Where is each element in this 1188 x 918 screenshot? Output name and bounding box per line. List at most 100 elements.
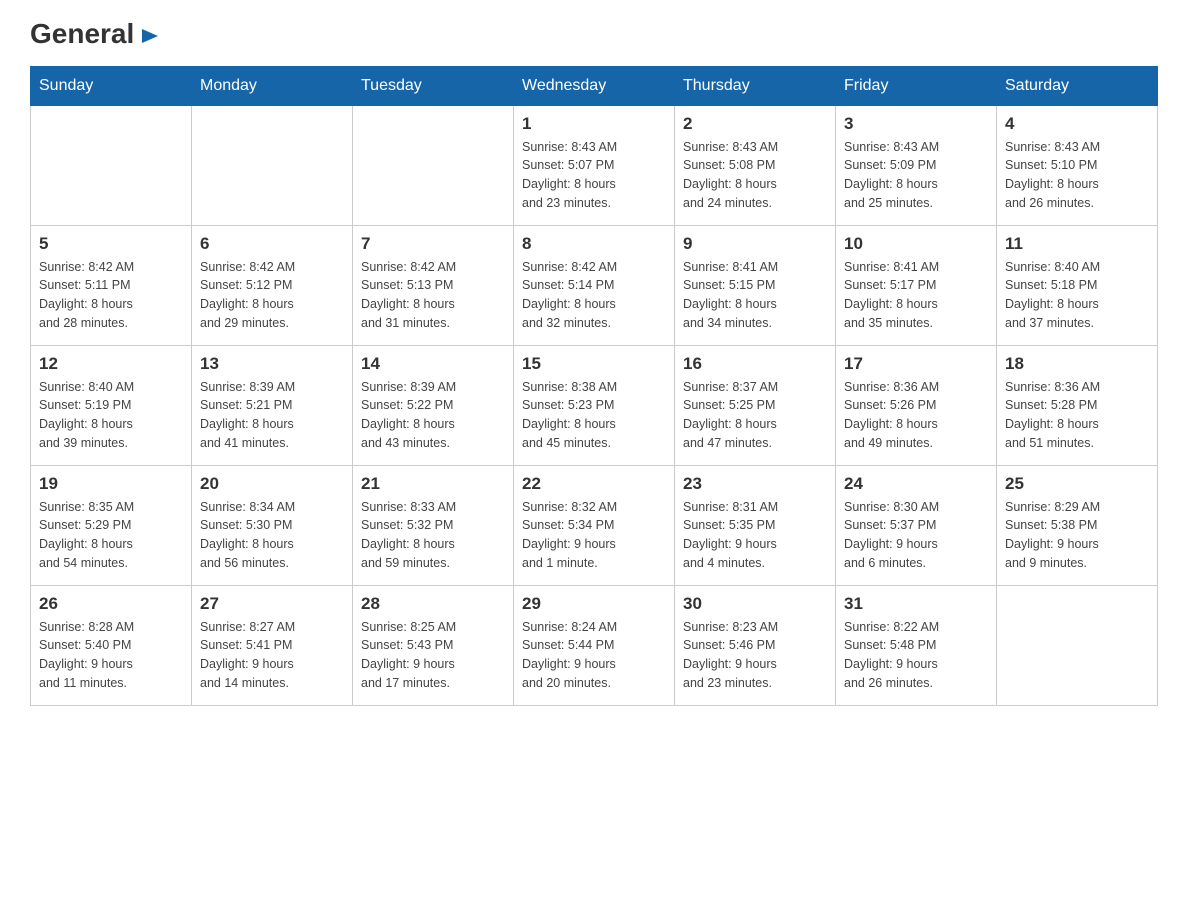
calendar-day-header: Thursday (675, 66, 836, 105)
calendar-cell (31, 105, 192, 225)
calendar-day-header: Monday (192, 66, 353, 105)
calendar-cell (192, 105, 353, 225)
day-number: 24 (844, 474, 988, 494)
day-number: 2 (683, 114, 827, 134)
calendar-cell: 1Sunrise: 8:43 AM Sunset: 5:07 PM Daylig… (514, 105, 675, 225)
day-number: 17 (844, 354, 988, 374)
calendar-cell: 8 Sunrise: 8:42 AM Sunset: 5:14 PM Daylig… (514, 225, 675, 345)
day-number: 8 (522, 234, 666, 254)
day-number: 12 (39, 354, 183, 374)
day-number: 6 (200, 234, 344, 254)
day-number: 30 (683, 594, 827, 614)
calendar-cell: 3 Sunrise: 8:43 AM Sunset: 5:09 PM Daylig… (836, 105, 997, 225)
day-number: 13 (200, 354, 344, 374)
calendar-day-header: Sunday (31, 66, 192, 105)
calendar-cell (353, 105, 514, 225)
day-number: 27 (200, 594, 344, 614)
calendar-week-row: 1Sunrise: 8:43 AM Sunset: 5:07 PM Daylig… (31, 105, 1158, 225)
day-number: 31 (844, 594, 988, 614)
day-info: Sunrise: 8:38 AM Sunset: 5:23 PM Dayligh… (522, 378, 666, 453)
calendar-cell: 13 Sunrise: 8:39 AM Sunset: 5:21 PM Dayli… (192, 345, 353, 465)
day-number: 21 (361, 474, 505, 494)
day-info: Sunrise: 8:40 AM Sunset: 5:18 PM Dayligh… (1005, 258, 1149, 333)
day-info: Sunrise: 8:43 AM Sunset: 5:09 PM Dayligh… (844, 138, 988, 213)
calendar-week-row: 12 Sunrise: 8:40 AM Sunset: 5:19 PM Dayli… (31, 345, 1158, 465)
calendar-cell: 28 Sunrise: 8:25 AM Sunset: 5:43 PM Dayli… (353, 585, 514, 705)
day-number: 29 (522, 594, 666, 614)
calendar-day-header: Saturday (997, 66, 1158, 105)
calendar-cell: 7 Sunrise: 8:42 AM Sunset: 5:13 PM Daylig… (353, 225, 514, 345)
calendar-cell: 22 Sunrise: 8:32 AM Sunset: 5:34 PM Dayli… (514, 465, 675, 585)
day-number: 7 (361, 234, 505, 254)
day-info: Sunrise: 8:43 AM Sunset: 5:07 PM Dayligh… (522, 138, 666, 213)
day-info: Sunrise: 8:42 AM Sunset: 5:11 PM Dayligh… (39, 258, 183, 333)
day-number: 19 (39, 474, 183, 494)
day-info: Sunrise: 8:34 AM Sunset: 5:30 PM Dayligh… (200, 498, 344, 573)
day-info: Sunrise: 8:28 AM Sunset: 5:40 PM Dayligh… (39, 618, 183, 693)
calendar-day-header: Wednesday (514, 66, 675, 105)
calendar-cell: 30 Sunrise: 8:23 AM Sunset: 5:46 PM Dayli… (675, 585, 836, 705)
calendar-cell: 2 Sunrise: 8:43 AM Sunset: 5:08 PM Daylig… (675, 105, 836, 225)
day-info: Sunrise: 8:32 AM Sunset: 5:34 PM Dayligh… (522, 498, 666, 573)
day-info: Sunrise: 8:43 AM Sunset: 5:08 PM Dayligh… (683, 138, 827, 213)
calendar-cell: 25Sunrise: 8:29 AM Sunset: 5:38 PM Dayli… (997, 465, 1158, 585)
calendar-cell: 20 Sunrise: 8:34 AM Sunset: 5:30 PM Dayli… (192, 465, 353, 585)
day-info: Sunrise: 8:31 AM Sunset: 5:35 PM Dayligh… (683, 498, 827, 573)
day-info: Sunrise: 8:22 AM Sunset: 5:48 PM Dayligh… (844, 618, 988, 693)
logo-arrow-icon (142, 20, 158, 48)
day-number: 11 (1005, 234, 1149, 254)
calendar-table: SundayMondayTuesdayWednesdayThursdayFrid… (30, 66, 1158, 706)
calendar-header-row: SundayMondayTuesdayWednesdayThursdayFrid… (31, 66, 1158, 105)
day-info: Sunrise: 8:36 AM Sunset: 5:26 PM Dayligh… (844, 378, 988, 453)
calendar-cell: 23Sunrise: 8:31 AM Sunset: 5:35 PM Dayli… (675, 465, 836, 585)
calendar-cell: 18Sunrise: 8:36 AM Sunset: 5:28 PM Dayli… (997, 345, 1158, 465)
calendar-cell (997, 585, 1158, 705)
day-number: 16 (683, 354, 827, 374)
calendar-day-header: Friday (836, 66, 997, 105)
day-info: Sunrise: 8:24 AM Sunset: 5:44 PM Dayligh… (522, 618, 666, 693)
day-info: Sunrise: 8:23 AM Sunset: 5:46 PM Dayligh… (683, 618, 827, 693)
day-number: 18 (1005, 354, 1149, 374)
day-number: 28 (361, 594, 505, 614)
calendar-cell: 27 Sunrise: 8:27 AM Sunset: 5:41 PM Dayli… (192, 585, 353, 705)
day-info: Sunrise: 8:42 AM Sunset: 5:13 PM Dayligh… (361, 258, 505, 333)
day-info: Sunrise: 8:25 AM Sunset: 5:43 PM Dayligh… (361, 618, 505, 693)
day-number: 3 (844, 114, 988, 134)
calendar-cell: 11 Sunrise: 8:40 AM Sunset: 5:18 PM Dayli… (997, 225, 1158, 345)
calendar-cell: 31 Sunrise: 8:22 AM Sunset: 5:48 PM Dayli… (836, 585, 997, 705)
day-info: Sunrise: 8:39 AM Sunset: 5:22 PM Dayligh… (361, 378, 505, 453)
calendar-cell: 16Sunrise: 8:37 AM Sunset: 5:25 PM Dayli… (675, 345, 836, 465)
day-info: Sunrise: 8:41 AM Sunset: 5:15 PM Dayligh… (683, 258, 827, 333)
calendar-day-header: Tuesday (353, 66, 514, 105)
calendar-cell: 14 Sunrise: 8:39 AM Sunset: 5:22 PM Dayli… (353, 345, 514, 465)
day-number: 20 (200, 474, 344, 494)
day-info: Sunrise: 8:42 AM Sunset: 5:12 PM Dayligh… (200, 258, 344, 333)
calendar-cell: 12 Sunrise: 8:40 AM Sunset: 5:19 PM Dayli… (31, 345, 192, 465)
logo: General (30, 20, 158, 48)
day-info: Sunrise: 8:33 AM Sunset: 5:32 PM Dayligh… (361, 498, 505, 573)
day-number: 14 (361, 354, 505, 374)
day-info: Sunrise: 8:30 AM Sunset: 5:37 PM Dayligh… (844, 498, 988, 573)
day-info: Sunrise: 8:27 AM Sunset: 5:41 PM Dayligh… (200, 618, 344, 693)
day-info: Sunrise: 8:40 AM Sunset: 5:19 PM Dayligh… (39, 378, 183, 453)
day-number: 5 (39, 234, 183, 254)
calendar-cell: 9 Sunrise: 8:41 AM Sunset: 5:15 PM Daylig… (675, 225, 836, 345)
calendar-cell: 10Sunrise: 8:41 AM Sunset: 5:17 PM Dayli… (836, 225, 997, 345)
day-number: 4 (1005, 114, 1149, 134)
calendar-cell: 5 Sunrise: 8:42 AM Sunset: 5:11 PM Daylig… (31, 225, 192, 345)
logo-general-text: General (30, 20, 158, 50)
calendar-week-row: 5 Sunrise: 8:42 AM Sunset: 5:11 PM Daylig… (31, 225, 1158, 345)
calendar-cell: 17 Sunrise: 8:36 AM Sunset: 5:26 PM Dayli… (836, 345, 997, 465)
page-header: General (30, 20, 1158, 48)
day-number: 9 (683, 234, 827, 254)
day-number: 26 (39, 594, 183, 614)
day-info: Sunrise: 8:42 AM Sunset: 5:14 PM Dayligh… (522, 258, 666, 333)
calendar-cell: 15 Sunrise: 8:38 AM Sunset: 5:23 PM Dayli… (514, 345, 675, 465)
calendar-cell: 24 Sunrise: 8:30 AM Sunset: 5:37 PM Dayli… (836, 465, 997, 585)
day-number: 22 (522, 474, 666, 494)
day-info: Sunrise: 8:39 AM Sunset: 5:21 PM Dayligh… (200, 378, 344, 453)
calendar-cell: 6 Sunrise: 8:42 AM Sunset: 5:12 PM Daylig… (192, 225, 353, 345)
day-number: 25 (1005, 474, 1149, 494)
day-number: 10 (844, 234, 988, 254)
day-number: 15 (522, 354, 666, 374)
